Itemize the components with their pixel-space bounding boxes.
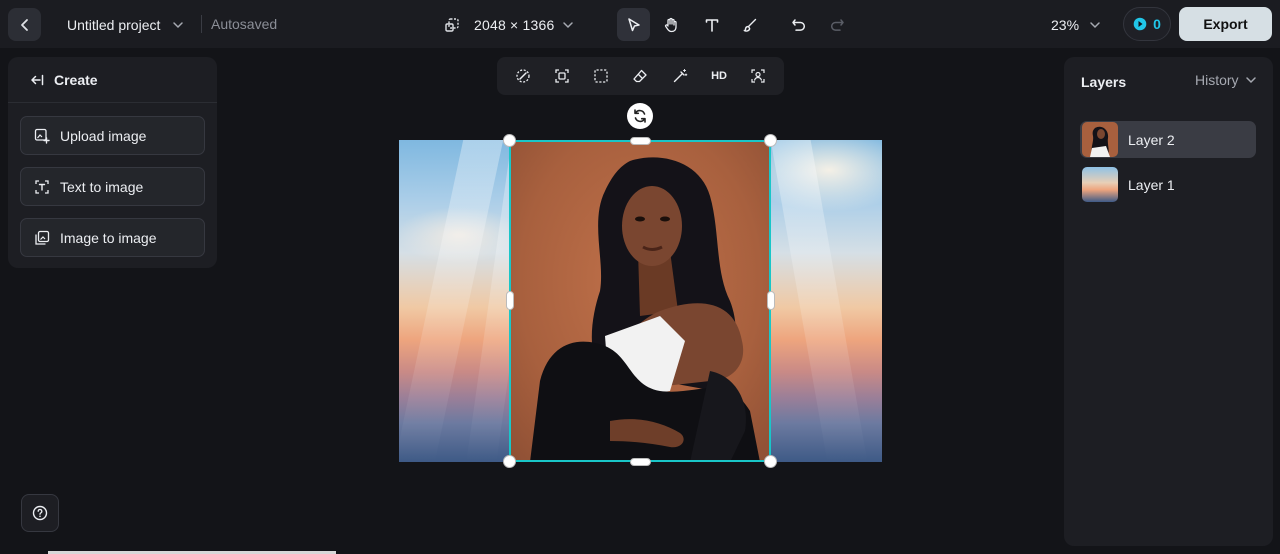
export-button[interactable]: Export: [1179, 7, 1272, 41]
undo-button[interactable]: [782, 8, 815, 41]
magic-wand-icon: [673, 69, 688, 83]
rotate-icon: [634, 109, 646, 123]
project-title: Untitled project: [67, 16, 161, 33]
text-to-image-button[interactable]: Text to image: [20, 167, 205, 206]
layers-tab[interactable]: Layers: [1081, 74, 1126, 90]
top-bar: Untitled project Autosaved 2048 × 1366 2…: [0, 0, 1280, 48]
zoom-level: 23%: [1051, 16, 1080, 33]
redo-button[interactable]: [820, 8, 853, 41]
zoom-dropdown[interactable]: 23%: [1043, 8, 1109, 41]
create-panel: Create Upload image Text to image Image …: [8, 57, 217, 268]
save-status: Autosaved: [211, 16, 278, 32]
create-panel-title: Create: [54, 71, 98, 88]
credits-count: 0: [1153, 16, 1161, 32]
canvas-dimensions: 2048 × 1366: [474, 16, 555, 33]
remove-person-button[interactable]: [743, 61, 773, 91]
text-tool-button[interactable]: [695, 8, 728, 41]
help-button[interactable]: [21, 494, 59, 532]
credits-badge[interactable]: 0: [1123, 7, 1171, 41]
create-panel-header[interactable]: Create: [8, 57, 217, 103]
resize-handle-top[interactable]: [630, 137, 651, 145]
resize-handle-left[interactable]: [506, 291, 514, 310]
upload-image-icon: [34, 128, 50, 144]
expand-image-button[interactable]: [547, 61, 577, 91]
eraser-button[interactable]: [625, 61, 655, 91]
remove-background-icon: [515, 69, 530, 83]
person-select-icon: [751, 69, 765, 83]
resize-canvas-icon: [438, 11, 466, 39]
history-label: History: [1195, 72, 1239, 88]
chevron-down-icon: [1245, 77, 1256, 84]
layer-item[interactable]: Layer 2: [1080, 121, 1256, 158]
chevron-left-icon: [20, 18, 28, 31]
rotate-handle[interactable]: [627, 103, 653, 129]
question-circle-icon: [32, 505, 48, 521]
hd-label: HD: [711, 70, 727, 82]
layer-name: Layer 2: [1128, 131, 1175, 148]
brush-tool-button[interactable]: [733, 8, 766, 41]
back-button[interactable]: [8, 8, 41, 41]
arrow-left-bar-icon: [31, 74, 44, 85]
crop-select-button[interactable]: [586, 61, 616, 91]
upload-image-button[interactable]: Upload image: [20, 116, 205, 155]
project-title-dropdown[interactable]: Untitled project: [58, 8, 193, 41]
layers-panel: Layers History Layer 2 Layer 1: [1064, 57, 1273, 546]
hand-icon: [664, 17, 677, 32]
remove-background-button[interactable]: [508, 61, 538, 91]
text-to-image-label: Text to image: [60, 178, 144, 195]
portrait-layer-image[interactable]: [510, 141, 771, 462]
crop-select-icon: [594, 69, 608, 83]
brush-icon: [743, 18, 756, 32]
chevron-down-icon: [1090, 21, 1100, 28]
portrait-illustration: [530, 157, 760, 462]
hand-tool-button[interactable]: [654, 8, 687, 41]
canvas-size-dropdown[interactable]: 2048 × 1366: [438, 8, 574, 41]
image-toolbar: HD: [497, 57, 784, 95]
resize-handle-right[interactable]: [767, 291, 775, 310]
chevron-down-icon: [563, 21, 574, 28]
upload-image-label: Upload image: [60, 127, 147, 144]
resize-handle-top-right[interactable]: [764, 134, 777, 147]
chevron-down-icon: [173, 21, 184, 28]
light-ray: [770, 140, 868, 462]
text-icon: [705, 18, 718, 32]
image-to-image-label: Image to image: [60, 229, 157, 246]
divider: [201, 15, 202, 33]
cursor-arrow-icon: [627, 17, 640, 31]
redo-icon: [830, 18, 844, 31]
text-to-image-icon: [35, 179, 49, 194]
eraser-icon: [633, 69, 648, 83]
undo-icon: [791, 18, 805, 31]
image-to-image-button[interactable]: Image to image: [20, 218, 205, 257]
hd-upscale-button[interactable]: HD: [704, 61, 734, 91]
history-dropdown[interactable]: History: [1195, 72, 1257, 88]
image-to-image-icon: [35, 230, 50, 245]
resize-handle-bottom-right[interactable]: [764, 455, 777, 468]
layer-item[interactable]: Layer 1: [1080, 166, 1256, 203]
magic-wand-button[interactable]: [665, 61, 695, 91]
resize-handle-bottom[interactable]: [630, 458, 651, 466]
layer-name: Layer 1: [1128, 176, 1175, 193]
select-tool-button[interactable]: [617, 8, 650, 41]
credits-coin-icon: [1133, 17, 1147, 31]
layer-thumbnail: [1082, 122, 1118, 157]
resize-handle-bottom-left[interactable]: [503, 455, 516, 468]
layer-thumbnail: [1082, 167, 1118, 202]
resize-handle-top-left[interactable]: [503, 134, 516, 147]
expand-image-icon: [555, 69, 569, 83]
